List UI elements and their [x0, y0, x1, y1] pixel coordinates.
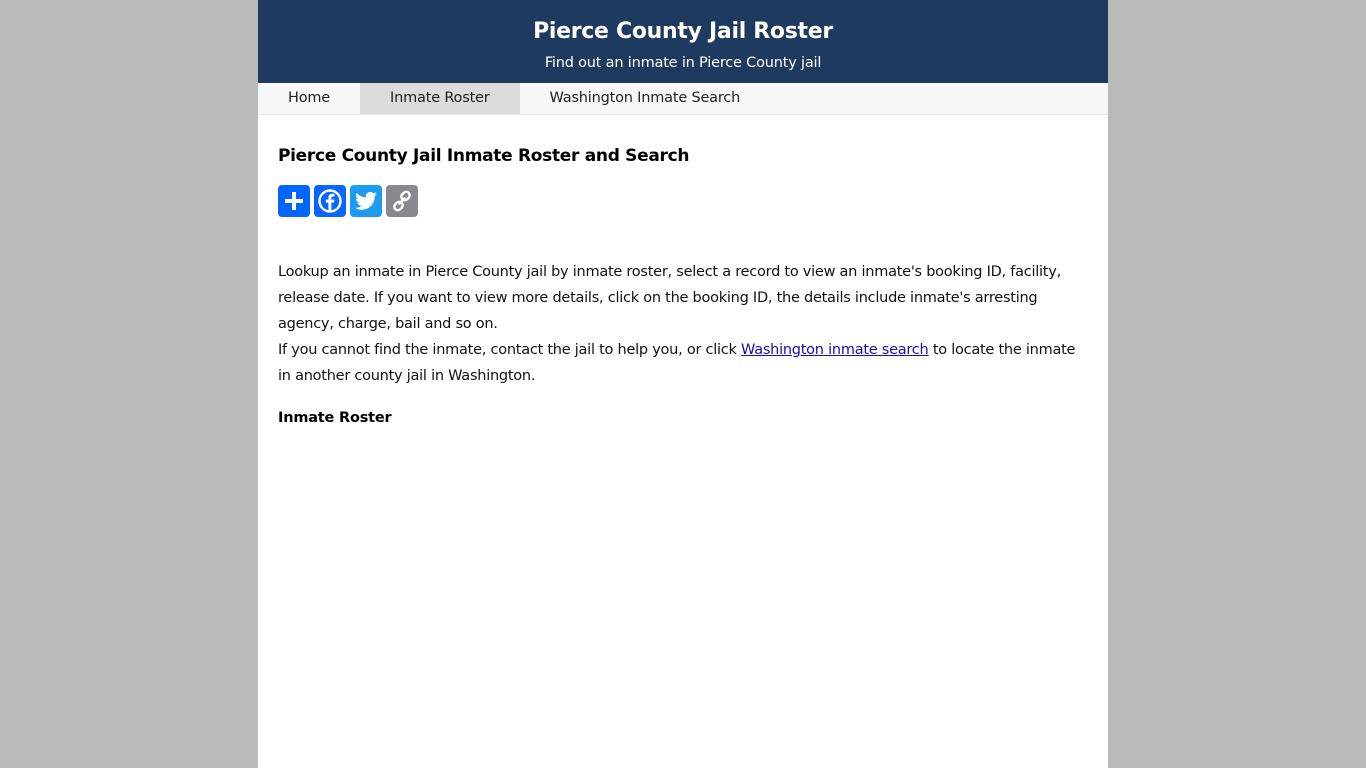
page-title: Pierce County Jail Inmate Roster and Sea…	[278, 146, 690, 166]
share-twitter-button[interactable]	[350, 185, 382, 217]
share-facebook-button[interactable]	[314, 185, 346, 217]
nav-washington-inmate-search[interactable]: Washington Inmate Search	[520, 83, 771, 114]
twitter-icon	[355, 191, 377, 210]
intro-paragraph-1: Lookup an inmate in Pierce County jail b…	[278, 264, 1061, 332]
site-title: Pierce County Jail Roster	[533, 19, 833, 44]
facebook-icon	[318, 189, 342, 213]
link-icon	[393, 190, 411, 212]
site-header: Pierce County Jail Roster Find out an in…	[258, 0, 1108, 83]
intro-text: Lookup an inmate in Pierce County jail b…	[278, 217, 1088, 389]
share-add-button[interactable]	[278, 185, 310, 217]
washington-inmate-search-link[interactable]: Washington inmate search	[741, 342, 929, 358]
plus-icon	[285, 192, 303, 210]
page-container: Pierce County Jail Roster Find out an in…	[258, 0, 1108, 768]
main-content: Pierce County Jail Inmate Roster and Sea…	[258, 115, 1108, 427]
intro-paragraph-2-start: If you cannot find the inmate, contact t…	[278, 342, 742, 358]
nav-home[interactable]: Home	[258, 83, 360, 114]
share-copy-link-button[interactable]	[386, 185, 418, 217]
site-subtitle: Find out an inmate in Pierce County jail	[544, 55, 822, 71]
inmate-roster-heading: Inmate Roster	[278, 410, 392, 426]
nav-inmate-roster[interactable]: Inmate Roster	[360, 83, 520, 114]
share-buttons	[278, 185, 1088, 217]
main-nav: Home Inmate Roster Washington Inmate Sea…	[258, 83, 1108, 115]
